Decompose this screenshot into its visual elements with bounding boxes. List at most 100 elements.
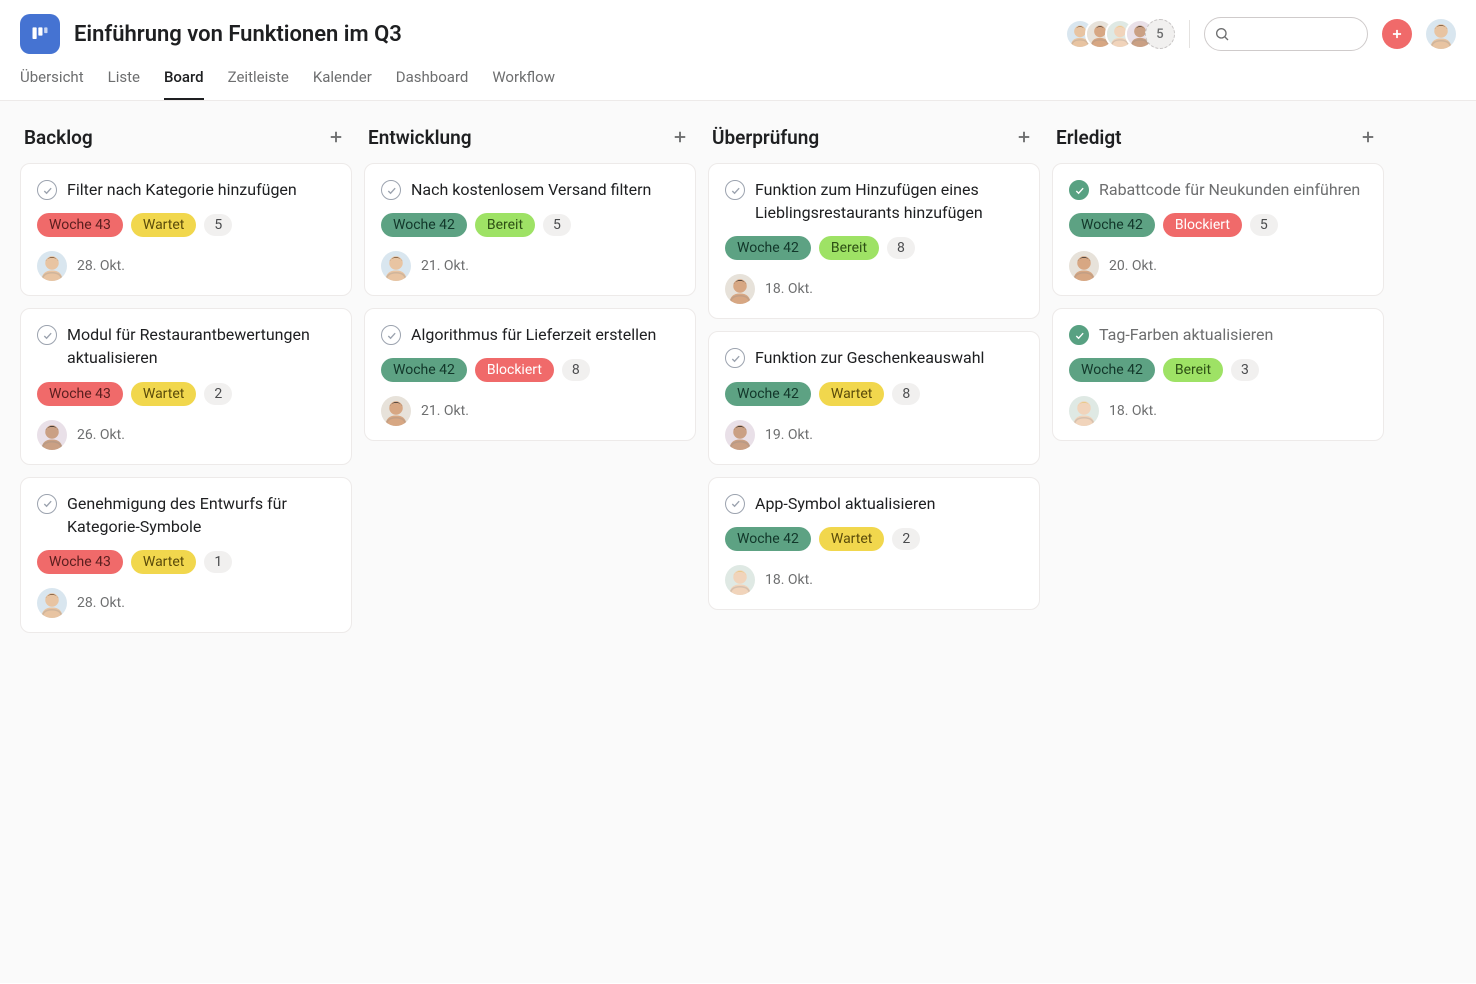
task-title: Funktion zum Hinzufügen eines Lieblingsr…: [755, 178, 1023, 224]
task-tag[interactable]: Woche 42: [1069, 358, 1155, 382]
avatar-face-icon: [1426, 19, 1456, 49]
task-card[interactable]: Rabattcode für Neukunden einführen Woche…: [1052, 163, 1384, 296]
column-title[interactable]: Erledigt: [1056, 126, 1122, 149]
check-icon: [1074, 185, 1085, 196]
user-avatar[interactable]: [1426, 19, 1456, 49]
board-area: Backlog Filter nach Kategorie hinzufügen…: [0, 101, 1476, 983]
members-avatar-stack[interactable]: 5: [1065, 19, 1175, 49]
task-card[interactable]: Algorithmus für Lieferzeit erstellen Woc…: [364, 308, 696, 441]
task-tag[interactable]: Wartet: [819, 527, 884, 551]
assignee-avatar[interactable]: [1069, 396, 1099, 426]
tab-zeitleiste[interactable]: Zeitleiste: [228, 68, 289, 100]
global-add-button[interactable]: [1382, 19, 1412, 49]
task-tag[interactable]: Woche 42: [725, 236, 811, 260]
complete-check-icon[interactable]: [725, 180, 745, 200]
plus-icon: [1359, 128, 1377, 146]
card-title-row: Tag-Farben aktualisieren: [1069, 323, 1367, 346]
column-add-button[interactable]: [324, 125, 348, 149]
task-title: Nach kostenlosem Versand filtern: [411, 178, 679, 201]
assignee-avatar[interactable]: [381, 396, 411, 426]
check-icon: [730, 185, 741, 196]
task-tags: Woche 42 Blockiert 8: [381, 358, 679, 382]
task-tag[interactable]: Bereit: [819, 236, 879, 260]
task-tags: Woche 42 Blockiert 5: [1069, 213, 1367, 237]
task-tag[interactable]: Woche 42: [381, 213, 467, 237]
complete-check-icon[interactable]: [725, 494, 745, 514]
project-icon[interactable]: [20, 14, 60, 54]
complete-check-icon[interactable]: [381, 325, 401, 345]
column-add-button[interactable]: [1012, 125, 1036, 149]
task-point-count: 3: [1231, 359, 1259, 381]
complete-check-icon[interactable]: [725, 348, 745, 368]
tab-board[interactable]: Board: [164, 68, 204, 100]
task-card[interactable]: Funktion zur Geschenkeauswahl Woche 42 Wa…: [708, 331, 1040, 464]
complete-check-icon[interactable]: [381, 180, 401, 200]
task-tag[interactable]: Wartet: [819, 382, 884, 406]
task-tags: Woche 42Wartet 8: [725, 382, 1023, 406]
due-date: 28. Okt.: [77, 258, 125, 274]
task-point-count: 8: [562, 359, 590, 381]
card-title-row: Funktion zur Geschenkeauswahl: [725, 346, 1023, 369]
board-column: Überprüfung Funktion zum Hinzufügen eine…: [708, 121, 1040, 963]
tab-kalender[interactable]: Kalender: [313, 68, 372, 100]
tab-dashboard[interactable]: Dashboard: [396, 68, 469, 100]
tab-workflow[interactable]: Workflow: [492, 68, 555, 100]
due-date: 21. Okt.: [421, 403, 469, 419]
complete-check-icon[interactable]: [37, 325, 57, 345]
column-cards: Rabattcode für Neukunden einführen Woche…: [1052, 163, 1384, 441]
task-tag[interactable]: Woche 42: [1069, 213, 1155, 237]
task-tags: Woche 42Bereit 8: [725, 236, 1023, 260]
column-title[interactable]: Backlog: [24, 126, 93, 149]
task-tag[interactable]: Bereit: [1163, 358, 1223, 382]
project-title[interactable]: Einführung von Funktionen im Q3: [74, 22, 1051, 47]
assignee-avatar[interactable]: [37, 420, 67, 450]
column-add-button[interactable]: [1356, 125, 1380, 149]
assignee-avatar[interactable]: [725, 420, 755, 450]
assignee-avatar[interactable]: [37, 251, 67, 281]
tab-liste[interactable]: Liste: [108, 68, 140, 100]
task-point-count: 5: [204, 214, 232, 236]
card-title-row: Filter nach Kategorie hinzufügen: [37, 178, 335, 201]
assignee-avatar[interactable]: [381, 251, 411, 281]
complete-check-icon[interactable]: [1069, 180, 1089, 200]
task-tag[interactable]: Blockiert: [1163, 213, 1242, 237]
task-tag[interactable]: Woche 43: [37, 550, 123, 574]
task-tag[interactable]: Woche 43: [37, 213, 123, 237]
assignee-avatar[interactable]: [1069, 251, 1099, 281]
task-tag[interactable]: Woche 42: [725, 382, 811, 406]
task-tag[interactable]: Bereit: [475, 213, 535, 237]
task-card[interactable]: Nach kostenlosem Versand filtern Woche 4…: [364, 163, 696, 296]
member-overflow-count[interactable]: 5: [1145, 19, 1175, 49]
task-tag[interactable]: Woche 42: [381, 358, 467, 382]
complete-check-icon[interactable]: [1069, 325, 1089, 345]
task-point-count: 5: [1250, 214, 1278, 236]
task-card[interactable]: Tag-Farben aktualisieren Woche 42Bereit …: [1052, 308, 1384, 441]
column-title[interactable]: Entwicklung: [368, 126, 472, 149]
task-tag[interactable]: Woche 42: [725, 527, 811, 551]
card-title-row: Genehmigung des Entwurfs für Kategorie-S…: [37, 492, 335, 538]
complete-check-icon[interactable]: [37, 180, 57, 200]
column-header: Überprüfung: [708, 121, 1040, 163]
card-footer: 18. Okt.: [725, 565, 1023, 595]
due-date: 18. Okt.: [765, 572, 813, 588]
assignee-avatar[interactable]: [725, 274, 755, 304]
task-card[interactable]: Genehmigung des Entwurfs für Kategorie-S…: [20, 477, 352, 633]
assignee-avatar[interactable]: [37, 588, 67, 618]
board-icon: [30, 24, 50, 44]
task-tag[interactable]: Wartet: [131, 550, 196, 574]
task-card[interactable]: App-Symbol aktualisieren Woche 42Wartet …: [708, 477, 1040, 610]
task-card[interactable]: Funktion zum Hinzufügen eines Lieblingsr…: [708, 163, 1040, 319]
task-tag[interactable]: Wartet: [131, 382, 196, 406]
card-footer: 21. Okt.: [381, 251, 679, 281]
task-title: Modul für Restaurantbewertungen aktualis…: [67, 323, 335, 369]
tab-übersicht[interactable]: Übersicht: [20, 68, 84, 100]
complete-check-icon[interactable]: [37, 494, 57, 514]
task-tag[interactable]: Blockiert: [475, 358, 554, 382]
task-card[interactable]: Filter nach Kategorie hinzufügen Woche 4…: [20, 163, 352, 296]
assignee-avatar[interactable]: [725, 565, 755, 595]
task-tag[interactable]: Woche 43: [37, 382, 123, 406]
task-card[interactable]: Modul für Restaurantbewertungen aktualis…: [20, 308, 352, 464]
task-tag[interactable]: Wartet: [131, 213, 196, 237]
column-title[interactable]: Überprüfung: [712, 126, 819, 149]
column-add-button[interactable]: [668, 125, 692, 149]
